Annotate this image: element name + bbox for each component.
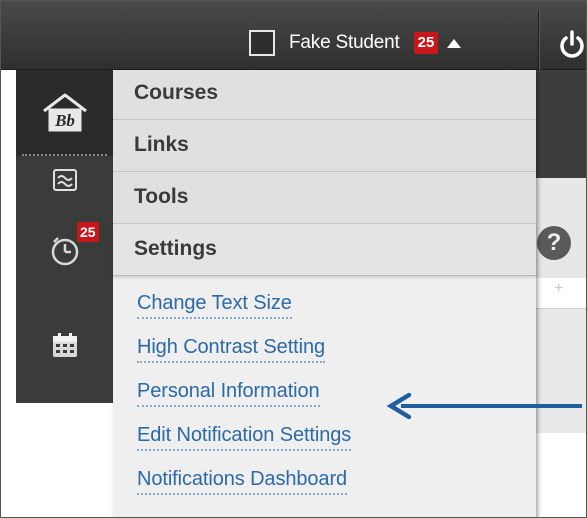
screenshot-frame: ? + Fake Student 25 Bb 25 Courses Links … xyxy=(0,0,587,518)
avatar xyxy=(249,30,275,56)
user-menu-toggle[interactable]: Fake Student 25 xyxy=(249,28,462,58)
edit-notification-settings-link[interactable]: Edit Notification Settings xyxy=(137,424,351,451)
help-icon[interactable]: ? xyxy=(537,226,571,260)
caret-up-icon xyxy=(447,38,462,48)
rail-item-due-dates[interactable]: 25 xyxy=(16,218,113,282)
menu-header-courses[interactable]: Courses xyxy=(113,70,536,120)
notification-count-badge: 25 xyxy=(413,32,439,54)
top-navigation-bar: Fake Student 25 xyxy=(1,1,587,70)
rail-item-home[interactable]: Bb xyxy=(16,70,113,156)
power-icon[interactable] xyxy=(557,29,587,59)
topbar-divider xyxy=(538,11,539,70)
icon-rail: Bb 25 xyxy=(16,70,113,403)
personal-information-link[interactable]: Personal Information xyxy=(137,380,320,407)
user-dropdown-menu: Courses Links Tools Settings Change Text… xyxy=(113,70,536,517)
change-text-size-link[interactable]: Change Text Size xyxy=(137,292,292,319)
notifications-dashboard-link[interactable]: Notifications Dashboard xyxy=(137,468,347,495)
annotation-arrow-icon xyxy=(387,392,582,420)
activity-stream-icon xyxy=(52,169,77,191)
rail-item-calendar[interactable] xyxy=(16,325,113,365)
menu-header-settings[interactable]: Settings xyxy=(113,224,536,276)
high-contrast-setting-link[interactable]: High Contrast Setting xyxy=(137,336,325,363)
home-logo-text: Bb xyxy=(54,111,75,130)
due-dates-count-badge: 25 xyxy=(77,222,99,242)
plus-icon: + xyxy=(554,280,564,297)
menu-header-tools[interactable]: Tools xyxy=(113,172,536,224)
blackboard-home-icon: Bb xyxy=(42,93,87,132)
calendar-icon xyxy=(52,333,77,357)
user-name: Fake Student xyxy=(289,32,400,53)
rail-item-activity[interactable] xyxy=(16,160,113,200)
menu-header-links[interactable]: Links xyxy=(113,120,536,172)
rail-home-divider xyxy=(22,154,107,156)
